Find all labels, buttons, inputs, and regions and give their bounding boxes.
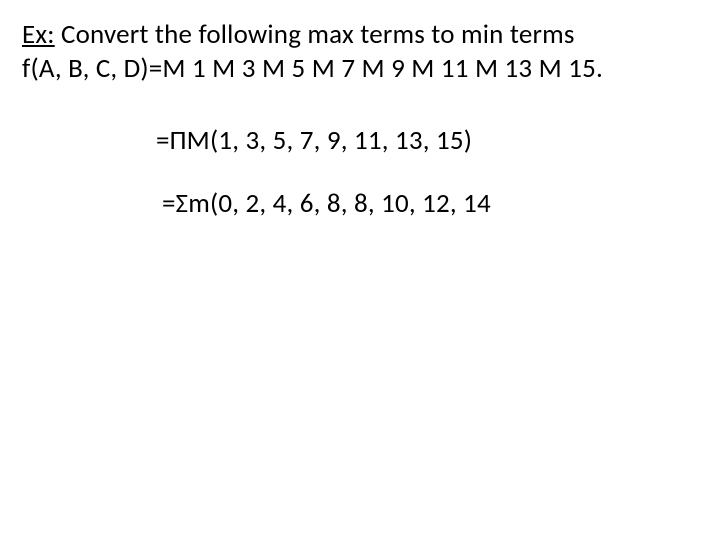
example-label: Ex: xyxy=(22,18,55,51)
function-definition: f(A, B, C, D)=M 1 M 3 M 5 M 7 M 9 M 11 M… xyxy=(22,52,603,85)
solution-minterm-sum: =Σm(0, 2, 4, 6, 8, 8, 10, 12, 14 xyxy=(162,187,698,220)
problem-prompt: Convert the following max terms to min t… xyxy=(55,18,575,51)
problem-statement-line1: Ex: Convert the following max terms to m… xyxy=(22,18,698,52)
problem-statement-line2: f(A, B, C, D)=M 1 M 3 M 5 M 7 M 9 M 11 M… xyxy=(22,52,698,86)
solution-maxterm-product: =ΠM(1, 3, 5, 7, 9, 11, 13, 15) xyxy=(156,124,698,157)
